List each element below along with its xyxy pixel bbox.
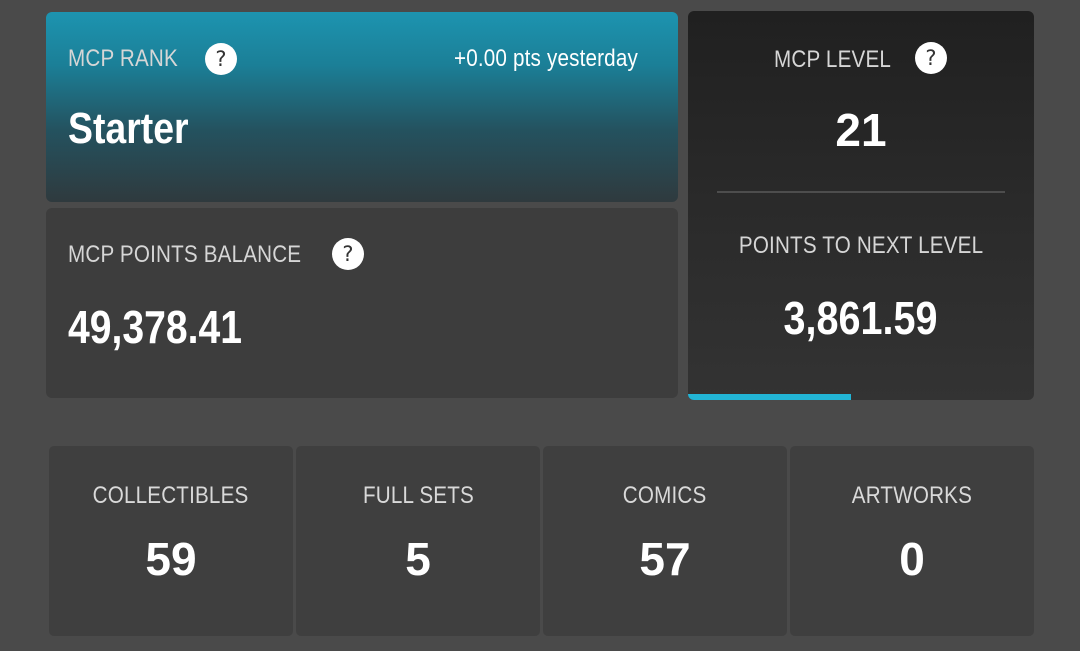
mcp-rank-card: MCP RANK ? +0.00 pts yesterday Starter [46,12,678,202]
mcp-level-label: MCP LEVEL [774,46,892,73]
mcp-points-balance-label: MCP POINTS BALANCE [68,241,302,268]
stat-label: COLLECTIBLES [93,482,249,509]
mcp-points-balance-help-icon[interactable]: ? [332,238,364,270]
mcp-points-balance-card: MCP POINTS BALANCE ? 49,378.41 [46,208,678,398]
points-to-next-level-value: 3,861.59 [784,292,938,344]
mcp-points-balance-value: 49,378.41 [68,301,242,353]
mcp-rank-value: Starter [68,104,189,153]
stat-artworks[interactable]: ARTWORKS 0 [790,446,1034,636]
level-divider [717,191,1005,193]
stat-collectibles[interactable]: COLLECTIBLES 59 [49,446,293,636]
mcp-rank-help-icon[interactable]: ? [205,43,237,75]
stat-value: 59 [145,533,197,585]
mcp-level-help-icon[interactable]: ? [915,42,947,74]
stat-comics[interactable]: COMICS 57 [543,446,787,636]
points-to-next-level-label: POINTS TO NEXT LEVEL [738,232,984,259]
stat-label: COMICS [623,482,707,509]
mcp-rank-label: MCP RANK [68,45,178,72]
stat-label: FULL SETS [362,482,474,509]
mcp-rank-change: +0.00 pts yesterday [454,45,638,72]
stat-value: 0 [899,533,925,585]
level-progress-bar [688,394,1034,400]
stat-label: ARTWORKS [851,482,973,509]
mcp-level-value: 21 [835,104,887,156]
stat-value: 5 [405,533,431,585]
stat-value: 57 [639,533,691,585]
mcp-level-card: MCP LEVEL ? 21 POINTS TO NEXT LEVEL 3,86… [688,11,1034,400]
level-progress-fill [688,394,851,400]
stat-full-sets[interactable]: FULL SETS 5 [296,446,540,636]
